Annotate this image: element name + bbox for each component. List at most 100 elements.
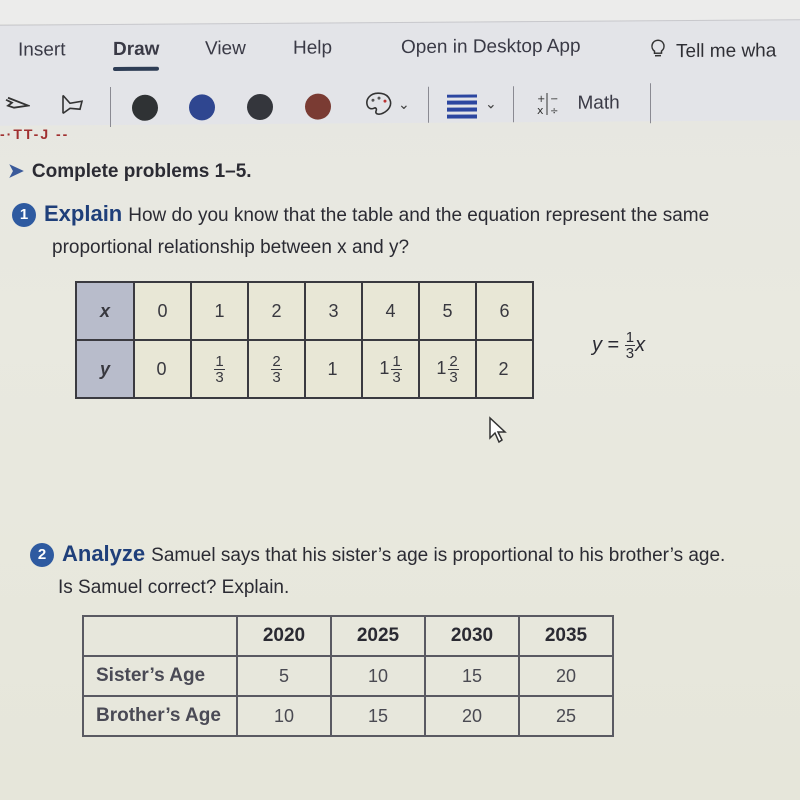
- table-row-y: y 0132311131232: [75, 339, 534, 399]
- tab-view[interactable]: View: [205, 38, 246, 60]
- table-cell: 0: [133, 281, 192, 341]
- whole-part: 0: [156, 358, 167, 379]
- fraction-numerator: 1: [624, 329, 636, 346]
- pen-brown[interactable]: [305, 93, 331, 120]
- equation-lhs: y: [592, 333, 602, 356]
- table-cell: 5: [236, 655, 332, 697]
- math-button[interactable]: + − x ÷ Math: [535, 91, 620, 117]
- age-table: 2020 2025 2030 2035 Sister’s Age 5 10 15…: [82, 615, 614, 737]
- line-thickness-icon: [447, 94, 477, 119]
- table-cell: 6: [475, 281, 534, 341]
- equation-equals: =: [602, 333, 625, 356]
- pen-blue[interactable]: [189, 94, 215, 121]
- table-cell: 0: [133, 339, 192, 399]
- xy-table: x 0 1 2 3 4 5 6 y 0132311131232: [75, 281, 534, 399]
- whole-part: 1: [379, 357, 390, 378]
- mouse-cursor-icon: [488, 416, 510, 449]
- table-row: Sister’s Age 5 10 15 20: [82, 655, 614, 697]
- problem-text-line2: Is Samuel correct? Explain.: [58, 577, 290, 598]
- table-cell: 25: [518, 695, 614, 737]
- problem-text-line1: How do you know that the table and the e…: [128, 205, 710, 226]
- play-arrow-icon: ➤: [8, 161, 24, 182]
- empty-corner-cell: [82, 615, 238, 657]
- document-page: -·TT-J -- ➤ Complete problems 1–5. 1 Expla…: [0, 118, 800, 800]
- problem-lead: Analyze: [62, 541, 146, 566]
- active-tab-indicator: [113, 66, 160, 72]
- fraction-denominator: 3: [625, 345, 635, 362]
- tab-draw-label: Draw: [113, 38, 160, 61]
- svg-text:−: −: [550, 94, 558, 105]
- pen-dark-gray[interactable]: [247, 93, 273, 121]
- instruction-text: Complete problems 1–5.: [31, 161, 252, 182]
- table-cell: 23: [247, 339, 306, 399]
- fraction: 23: [448, 352, 459, 386]
- table-cell: 20: [518, 655, 614, 697]
- math-operators-icon: + −x ÷: [537, 92, 558, 117]
- tab-draw[interactable]: Draw: [113, 38, 160, 72]
- tab-help[interactable]: Help: [293, 37, 332, 59]
- problem-text-line1: Samuel says that his sister’s age is pro…: [151, 545, 726, 566]
- row-header-sister: Sister’s Age: [82, 655, 238, 697]
- fraction: 23: [271, 352, 282, 386]
- table-cell: 15: [424, 655, 520, 697]
- fraction-numerator: 1: [391, 352, 402, 370]
- row-header-x: x: [75, 281, 135, 341]
- lightbulb-icon: [650, 39, 668, 65]
- fraction-numerator: 1: [214, 352, 225, 370]
- whole-part: 1: [436, 357, 447, 378]
- pen-black[interactable]: [132, 94, 158, 121]
- problem-text-line2: proportional relationship between x and …: [52, 237, 410, 258]
- chevron-down-icon: ⌄: [398, 95, 410, 113]
- equation: y = 13x: [592, 330, 645, 361]
- problem-2: 2 Analyze Samuel says that his sister’s ag…: [30, 538, 800, 604]
- fraction-denominator: 3: [215, 368, 224, 386]
- math-label: Math: [577, 92, 620, 114]
- row-header-y: y: [75, 339, 135, 399]
- table-cell: 10: [236, 695, 332, 737]
- fraction-denominator: 3: [392, 368, 401, 386]
- fraction: 13: [391, 352, 402, 386]
- table-cell: 4: [361, 281, 420, 341]
- svg-text:÷: ÷: [550, 106, 558, 116]
- table-row-x: x 0 1 2 3 4 5 6: [75, 281, 534, 341]
- problem-number-badge: 2: [30, 543, 54, 567]
- table-cell: 15: [330, 695, 426, 737]
- instruction: ➤ Complete problems 1–5.: [8, 160, 252, 183]
- open-in-desktop-app-button[interactable]: Open in Desktop App: [401, 36, 581, 59]
- palette-icon: [366, 92, 392, 115]
- tab-insert[interactable]: Insert: [18, 39, 66, 61]
- column-header: 2030: [424, 615, 520, 657]
- equation-fraction: 13: [624, 329, 636, 362]
- column-header: 2025: [330, 615, 426, 657]
- column-header: 2020: [236, 615, 332, 657]
- table-cell: 5: [418, 281, 477, 341]
- chevron-down-icon: ⌄: [485, 95, 497, 112]
- tell-me-search[interactable]: Tell me wha: [650, 38, 776, 65]
- table-cell: 13: [190, 339, 249, 399]
- table-cell: 1: [190, 281, 249, 341]
- toolbar-separator: [513, 86, 514, 123]
- table-row: Brother’s Age 10 15 20 25: [82, 695, 614, 737]
- problem-lead: Explain: [44, 201, 123, 226]
- table-cell: 2: [247, 281, 306, 341]
- table-cell: 113: [361, 339, 420, 399]
- cut-off-heading: -·TT-J --: [0, 126, 70, 142]
- column-header: 2035: [518, 615, 614, 657]
- table-cell: 10: [330, 655, 426, 697]
- fraction-denominator: 3: [449, 368, 458, 386]
- equation-variable: x: [635, 333, 646, 356]
- tell-me-text: Tell me wha: [676, 40, 777, 63]
- fraction-numerator: 2: [271, 352, 282, 370]
- table-header-row: 2020 2025 2030 2035: [82, 615, 614, 657]
- lasso-select-icon[interactable]: [4, 96, 32, 121]
- problem-number-badge: 1: [12, 203, 36, 227]
- fraction-numerator: 2: [448, 352, 459, 370]
- whole-part: 1: [327, 358, 338, 379]
- fraction-denominator: 3: [272, 368, 281, 386]
- table-cell: 1: [304, 339, 363, 399]
- row-header-brother: Brother’s Age: [82, 695, 238, 737]
- ribbon: Insert Draw View Help Open in Desktop Ap…: [0, 19, 800, 128]
- table-cell: 123: [418, 339, 477, 399]
- table-cell: 2: [475, 339, 534, 399]
- fraction: 13: [214, 352, 225, 386]
